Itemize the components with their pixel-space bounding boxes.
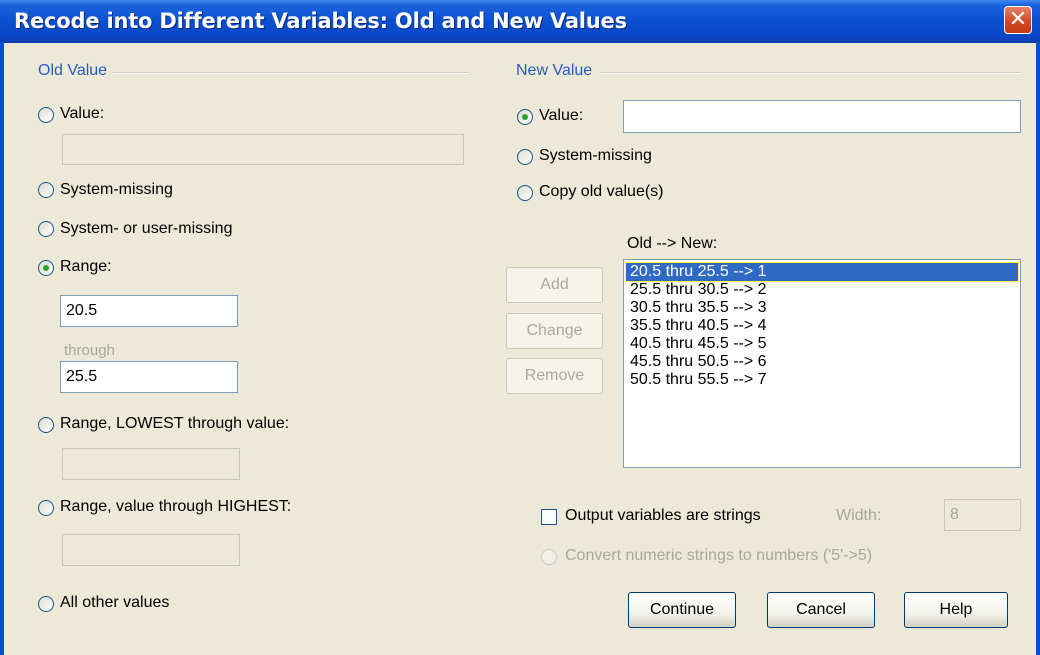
range-lowest-radio[interactable]	[38, 417, 54, 433]
through-label: through	[64, 342, 115, 359]
range-to-input[interactable]: 25.5	[60, 361, 238, 393]
title-bar: Recode into Different Variables: Old and…	[0, 0, 1040, 43]
new-value-group-title: New Value	[516, 62, 599, 80]
list-item[interactable]: 20.5 thru 25.5 --> 1	[625, 262, 1019, 282]
range-label: Range:	[60, 258, 112, 275]
list-item[interactable]: 45.5 thru 50.5 --> 6	[626, 353, 1018, 371]
system-or-user-missing-label: System- or user-missing	[60, 220, 233, 237]
list-item[interactable]: 50.5 thru 55.5 --> 7	[626, 371, 1018, 389]
window-title: Recode into Different Variables: Old and…	[14, 9, 627, 33]
new-system-missing-radio[interactable]	[517, 149, 533, 165]
list-item[interactable]: 40.5 thru 45.5 --> 5	[626, 335, 1018, 353]
old-new-list[interactable]: 20.5 thru 25.5 --> 1 25.5 thru 30.5 --> …	[623, 259, 1021, 468]
copy-old-value-radio[interactable]	[517, 185, 533, 201]
change-button[interactable]: Change	[506, 313, 603, 349]
range-from-input[interactable]: 20.5	[60, 295, 238, 327]
new-value-input[interactable]	[623, 100, 1021, 133]
old-value-label: Value:	[60, 105, 105, 122]
system-missing-label: System-missing	[60, 181, 173, 198]
new-value-radio[interactable]	[517, 109, 533, 125]
help-button[interactable]: Help	[904, 592, 1008, 628]
range-lowest-input[interactable]	[62, 448, 240, 480]
output-strings-checkbox[interactable]	[541, 509, 557, 525]
list-item[interactable]: 35.5 thru 40.5 --> 4	[626, 317, 1018, 335]
convert-numeric-checkbox[interactable]	[541, 549, 557, 565]
system-or-user-missing-radio[interactable]	[38, 221, 54, 237]
old-value-input[interactable]	[62, 134, 464, 165]
copy-old-value-label: Copy old value(s)	[539, 183, 664, 200]
continue-button[interactable]: Continue	[628, 592, 736, 628]
width-label: Width:	[836, 507, 882, 524]
cancel-button[interactable]: Cancel	[767, 592, 875, 628]
range-highest-label: Range, value through HIGHEST:	[60, 498, 292, 515]
list-item[interactable]: 30.5 thru 35.5 --> 3	[626, 299, 1018, 317]
all-other-values-label: All other values	[60, 594, 170, 611]
old-new-label: Old --> New:	[627, 235, 718, 252]
old-value-group-title: Old Value	[38, 62, 114, 80]
range-radio[interactable]	[38, 260, 54, 276]
range-highest-input[interactable]	[62, 534, 240, 566]
new-value-label: Value:	[539, 107, 584, 124]
convert-numeric-label: Convert numeric strings to numbers ('5'-…	[565, 547, 873, 564]
old-value-group-line	[110, 72, 470, 74]
width-input[interactable]: 8	[944, 499, 1021, 531]
system-missing-radio[interactable]	[38, 182, 54, 198]
remove-button[interactable]: Remove	[506, 358, 603, 394]
all-other-values-radio[interactable]	[38, 596, 54, 612]
new-system-missing-label: System-missing	[539, 147, 652, 164]
new-value-group-line	[600, 72, 1020, 74]
close-icon: ✕	[1008, 7, 1028, 32]
list-item[interactable]: 25.5 thru 30.5 --> 2	[626, 281, 1018, 299]
old-value-radio[interactable]	[38, 107, 54, 123]
range-lowest-label: Range, LOWEST through value:	[60, 415, 290, 432]
close-button[interactable]: ✕	[1004, 6, 1032, 34]
output-strings-label: Output variables are strings	[565, 507, 761, 524]
add-button[interactable]: Add	[506, 267, 603, 303]
range-highest-radio[interactable]	[38, 500, 54, 516]
